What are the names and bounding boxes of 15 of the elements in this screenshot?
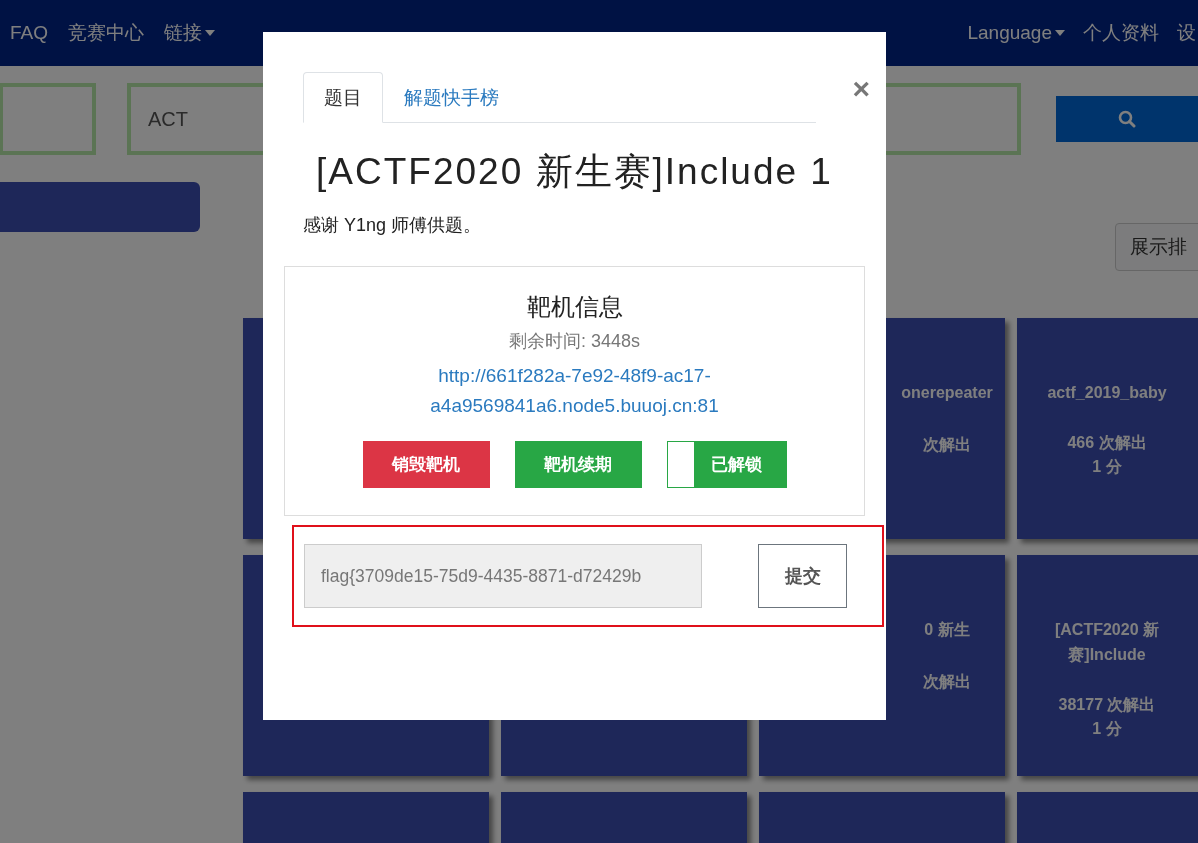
solve-count: 次解出 <box>923 435 971 455</box>
challenge-description: 感谢 Y1ng 师傅供题。 <box>303 214 483 237</box>
challenge-title: [ACTF2020 新生赛]Include 1 <box>315 150 834 194</box>
card-points: 1 分 <box>1092 719 1122 739</box>
card-title: 0 新生 <box>923 620 971 640</box>
solve-count: 38177 次解出 <box>1058 695 1156 715</box>
card-points: 1 分 <box>1092 457 1122 477</box>
solve-count: 466 次解出 <box>1067 433 1147 453</box>
panel-heading: 靶机信息 <box>526 292 623 322</box>
solve-count: 次解出 <box>923 672 971 692</box>
card-title: 赛]Include <box>1067 645 1147 665</box>
card-title: [ACTF2020 新 <box>1054 620 1160 640</box>
card-title: actf_2019_baby <box>1046 383 1168 403</box>
remaining-time: 剩余时间: 3448s <box>508 330 640 353</box>
card-title: onerepeater <box>900 383 994 403</box>
